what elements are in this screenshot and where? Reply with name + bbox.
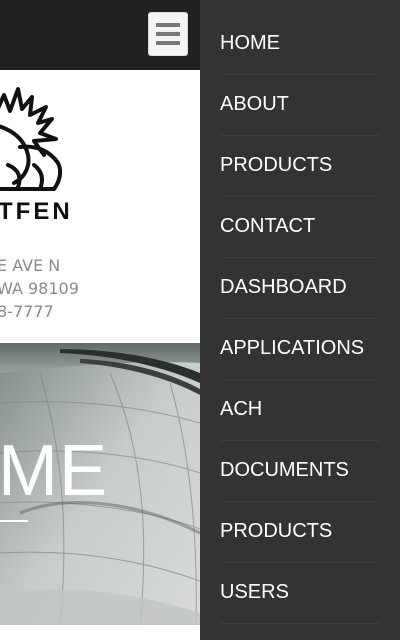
side-navigation-drawer: HOME ABOUT PRODUCTS CONTACT DASHBOARD AP… — [200, 0, 400, 640]
menu-item-products[interactable]: PRODUCTS — [220, 136, 380, 197]
menu-item-home[interactable]: HOME — [220, 14, 380, 75]
address-line-phone[interactable]: 8-7777 — [0, 300, 79, 323]
address-line-city: WA 98109 — [0, 279, 79, 298]
top-bar — [0, 0, 200, 70]
brand-name: TFEN — [0, 198, 73, 225]
hamburger-bar — [156, 41, 180, 45]
menu-item-ach[interactable]: ACH — [220, 380, 380, 441]
menu-item-products-2[interactable]: PRODUCTS — [220, 502, 380, 563]
menu-item-about[interactable]: ABOUT — [220, 75, 380, 136]
hamburger-bar — [156, 32, 180, 36]
menu-item-applications[interactable]: APPLICATIONS — [220, 319, 380, 380]
hamburger-menu-icon[interactable] — [148, 12, 188, 56]
menu-item-documents[interactable]: DOCUMENTS — [220, 441, 380, 502]
hero-title-underline — [0, 520, 28, 522]
menu-item-dashboard[interactable]: DASHBOARD — [220, 258, 380, 319]
menu-item-users[interactable]: USERS — [220, 563, 380, 624]
hamburger-bar — [156, 23, 180, 27]
hero-title: ME — [0, 431, 108, 511]
menu-list: HOME ABOUT PRODUCTS CONTACT DASHBOARD AP… — [200, 0, 400, 624]
hero-banner: ME — [0, 343, 200, 625]
address-line-street: E AVE N — [0, 256, 61, 275]
main-page: TFEN E AVE N WA 98109 8-7777 ME — [0, 0, 200, 640]
address-block: E AVE N WA 98109 8-7777 — [0, 254, 79, 323]
menu-item-contact[interactable]: CONTACT — [220, 197, 380, 258]
